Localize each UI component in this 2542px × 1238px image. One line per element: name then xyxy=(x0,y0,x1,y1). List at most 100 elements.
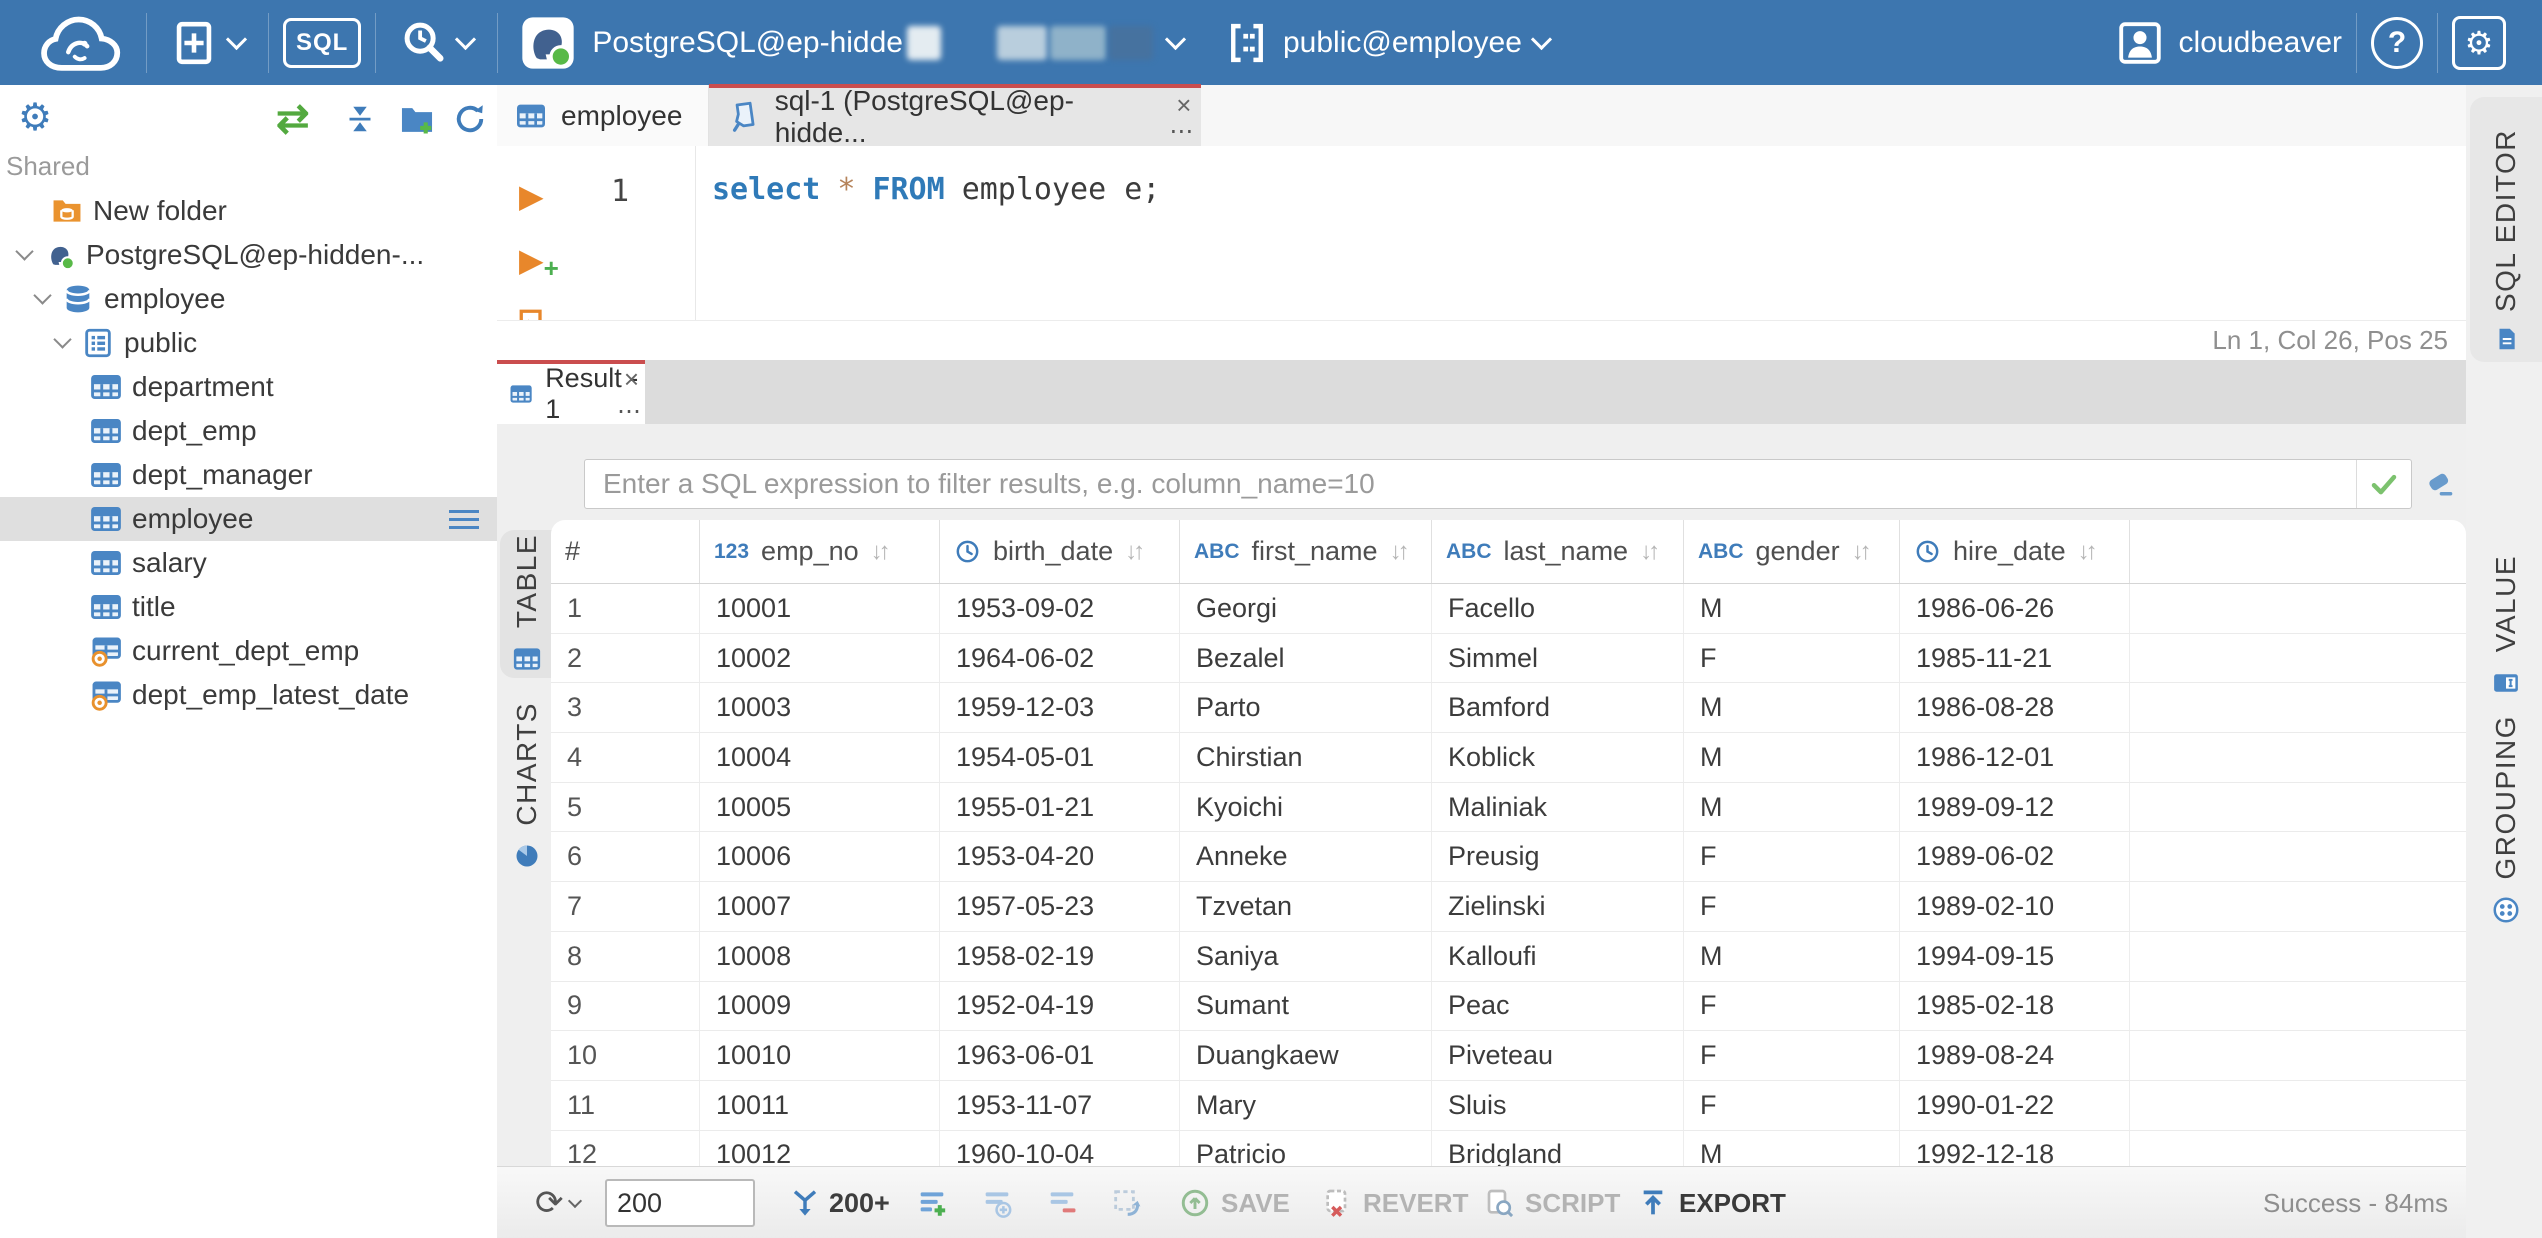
cell[interactable]: M xyxy=(1684,683,1900,733)
cell[interactable]: Kalloufi xyxy=(1432,931,1684,981)
cell[interactable]: M xyxy=(1684,931,1900,981)
cell[interactable]: 10003 xyxy=(700,683,940,733)
sync-connection-icon[interactable]: ⇄ xyxy=(276,97,310,141)
new-folder-icon[interactable] xyxy=(398,101,436,139)
sort-icon[interactable]: ↓↑ xyxy=(1390,538,1410,566)
fetch-more-button[interactable]: 200+ xyxy=(789,1167,890,1238)
cell[interactable]: 1960-10-04 xyxy=(940,1130,1180,1166)
tab-value-panel[interactable]: VALUE xyxy=(2478,555,2534,698)
cell[interactable]: Parto xyxy=(1180,683,1432,733)
cell[interactable]: Koblick xyxy=(1432,733,1684,782)
cell[interactable]: 1990-01-22 xyxy=(1900,1080,2130,1130)
table-row[interactable]: 6 10006 1953-04-20 Anneke Preusig F 1989-06-02 xyxy=(551,832,2466,883)
cell[interactable]: 11 xyxy=(551,1080,700,1130)
chevron-expanded-icon[interactable] xyxy=(32,285,52,305)
cell[interactable]: 10011 xyxy=(700,1080,940,1130)
column-header-first-name[interactable]: ABC first_name ↓↑ xyxy=(1180,520,1432,583)
tab-sql-1-active[interactable]: sql-1 (PostgreSQL@ep-hidde... × ⋯ xyxy=(709,84,1202,148)
revert-button[interactable]: REVERT xyxy=(1321,1167,1468,1238)
cell[interactable]: M xyxy=(1684,584,1900,633)
tab-table-view[interactable]: TABLE xyxy=(500,530,554,678)
table-row[interactable]: 7 10007 1957-05-23 Tzvetan Zielinski F 1989-02… xyxy=(551,882,2466,932)
cell[interactable]: 1989-02-10 xyxy=(1900,882,2130,931)
cell[interactable]: Patricio xyxy=(1180,1130,1432,1166)
cell[interactable]: 10009 xyxy=(700,981,940,1031)
cell[interactable]: Zielinski xyxy=(1432,882,1684,931)
cell[interactable]: 6 xyxy=(551,832,700,882)
chevron-expanded-icon[interactable] xyxy=(52,329,72,349)
refresh-results-button[interactable]: ⟳ xyxy=(535,1167,582,1238)
code-line[interactable]: select * FROM employee e; xyxy=(712,172,1160,207)
refresh-tree-icon[interactable] xyxy=(452,101,488,137)
cell[interactable]: Chirstian xyxy=(1180,733,1432,782)
cell[interactable]: 10010 xyxy=(700,1031,940,1080)
clear-filter-eraser-icon[interactable] xyxy=(2425,468,2457,500)
column-header-index[interactable]: # xyxy=(551,520,700,583)
cell[interactable]: 1989-08-24 xyxy=(1900,1031,2130,1080)
sort-icon[interactable]: ↓↑ xyxy=(2078,538,2098,566)
cell[interactable]: 2 xyxy=(551,633,700,683)
connection-selector[interactable]: PostgreSQL@ep-hidde xyxy=(512,15,1191,71)
cell[interactable]: 1955-01-21 xyxy=(940,782,1180,832)
cell[interactable]: 8 xyxy=(551,931,700,981)
save-button[interactable]: SAVE xyxy=(1179,1167,1290,1238)
cell[interactable]: 1994-09-15 xyxy=(1900,931,2130,981)
cell[interactable]: 1958-02-19 xyxy=(940,931,1180,981)
execute-new-tab-icon[interactable]: ▶+ xyxy=(519,244,559,281)
cell[interactable]: Sumant xyxy=(1180,981,1432,1031)
tab-sql-editor-panel[interactable]: SQL EDITOR xyxy=(2470,97,2542,362)
cell[interactable]: Bamford xyxy=(1432,683,1684,733)
tree-item-table-dept-emp[interactable]: dept_emp xyxy=(0,409,497,453)
cell[interactable]: F xyxy=(1684,882,1900,931)
cell[interactable]: Tzvetan xyxy=(1180,882,1432,931)
table-row[interactable]: 1 10001 1953-09-02 Georgi Facello M 1986-06-26 xyxy=(551,584,2466,634)
column-header-birth-date[interactable]: birth_date ↓↑ xyxy=(940,520,1180,583)
tab-charts-view[interactable]: CHARTS xyxy=(500,702,554,870)
tree-item-table-dept-manager[interactable]: dept_manager xyxy=(0,453,497,497)
cell[interactable]: 10 xyxy=(551,1031,700,1080)
cell[interactable]: 10012 xyxy=(700,1130,940,1166)
cell[interactable]: 1 xyxy=(551,584,700,633)
fetch-size-input[interactable] xyxy=(605,1179,755,1227)
cell[interactable]: 5 xyxy=(551,782,700,832)
tree-item-database-employee[interactable]: employee xyxy=(0,277,497,321)
cell[interactable]: Anneke xyxy=(1180,832,1432,882)
tree-item-new-folder[interactable]: New folder xyxy=(0,189,497,233)
apply-filter-button[interactable] xyxy=(2357,460,2411,508)
cell[interactable]: M xyxy=(1684,782,1900,832)
cell[interactable]: 12 xyxy=(551,1130,700,1166)
schema-selector[interactable]: public@employee xyxy=(1217,21,1557,65)
item-menu-icon[interactable] xyxy=(449,509,479,529)
sort-icon[interactable]: ↓↑ xyxy=(1640,538,1660,566)
cell[interactable]: M xyxy=(1684,733,1900,782)
table-row[interactable]: 12 10012 1960-10-04 Patricio Bridgland M 1992-… xyxy=(551,1130,2466,1166)
tree-item-view-current-dept-emp[interactable]: current_dept_emp xyxy=(0,629,497,673)
help-button[interactable]: ? xyxy=(2371,16,2423,69)
cell[interactable]: Mary xyxy=(1180,1080,1432,1130)
tab-menu-icon[interactable]: ⋯ xyxy=(1169,120,1193,144)
execute-query-icon[interactable]: ▶ xyxy=(519,180,544,212)
cell[interactable]: 1953-09-02 xyxy=(940,584,1180,633)
script-button[interactable]: SCRIPT xyxy=(1483,1167,1620,1238)
cell[interactable]: Bridgland xyxy=(1432,1130,1684,1166)
cell[interactable]: 10006 xyxy=(700,832,940,882)
cell[interactable]: Piveteau xyxy=(1432,1031,1684,1080)
cell[interactable]: 1953-04-20 xyxy=(940,832,1180,882)
sql-editor[interactable]: ▶ ▶+ 1 select * FROM employee e; xyxy=(497,146,2466,320)
sql-editor-button[interactable]: SQL xyxy=(283,17,362,68)
cell[interactable]: F xyxy=(1684,832,1900,882)
column-header-last-name[interactable]: ABC last_name ↓↑ xyxy=(1432,520,1684,583)
cell[interactable]: 4 xyxy=(551,733,700,782)
sort-icon[interactable]: ↓↑ xyxy=(871,538,891,566)
cell[interactable]: 3 xyxy=(551,683,700,733)
tab-menu-icon[interactable]: ⋯ xyxy=(617,400,641,424)
cell[interactable]: Maliniak xyxy=(1432,782,1684,832)
tree-item-table-title[interactable]: title xyxy=(0,585,497,629)
cell[interactable]: 1986-06-26 xyxy=(1900,584,2130,633)
table-row[interactable]: 5 10005 1955-01-21 Kyoichi Maliniak M 1989-09-… xyxy=(551,782,2466,833)
cell[interactable]: 10004 xyxy=(700,733,940,782)
chevron-expanded-icon[interactable] xyxy=(14,241,34,261)
table-row[interactable]: 8 10008 1958-02-19 Saniya Kalloufi M 1994-09-1… xyxy=(551,931,2466,982)
tab-result-1-active[interactable]: Result - 1 × ⋯ xyxy=(497,360,645,424)
cell[interactable]: 1989-09-12 xyxy=(1900,782,2130,832)
